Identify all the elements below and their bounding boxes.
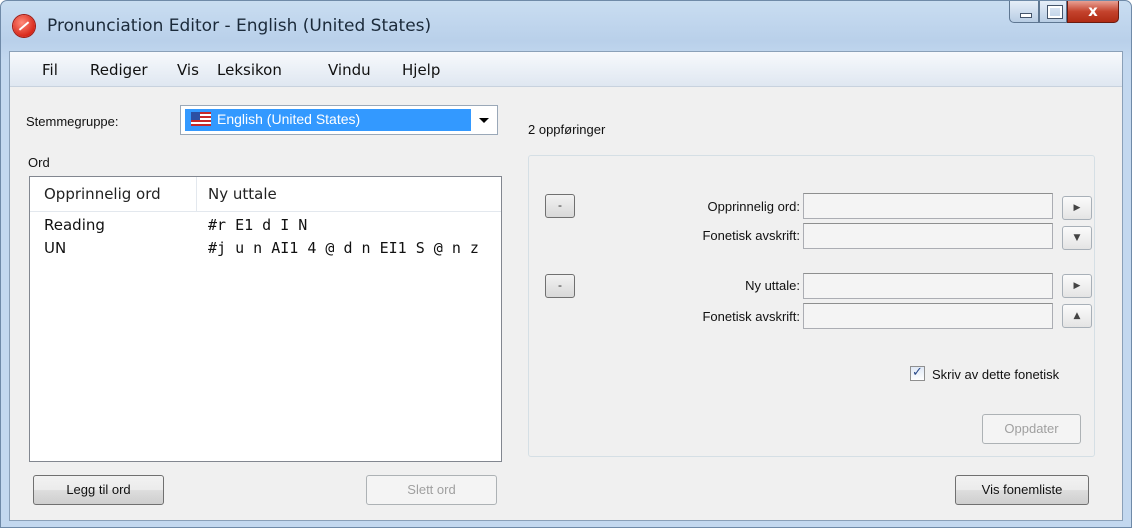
arrow-down-icon: ▼ bbox=[1073, 233, 1081, 243]
voice-group-label: Stemmegruppe: bbox=[26, 114, 119, 129]
dash-button-2[interactable]: - bbox=[545, 274, 575, 298]
row-word: UN bbox=[44, 239, 67, 257]
phonetic-label-2: Fonetisk avskrift: bbox=[702, 309, 800, 324]
menu-bar: Fil Rediger Vis Leksikon Vindu Hjelp bbox=[10, 52, 1122, 87]
list-header: Opprinnelig ord Ny uttale bbox=[30, 177, 501, 212]
close-icon: x bbox=[1088, 2, 1098, 20]
words-label: Ord bbox=[28, 155, 50, 170]
arrow-up-icon: ▲ bbox=[1073, 311, 1081, 321]
combo-selection: English (United States) bbox=[185, 109, 471, 131]
us-flag-icon bbox=[191, 112, 211, 126]
copy-down-button[interactable]: ▼ bbox=[1062, 226, 1092, 250]
title-bar[interactable]: Pronunciation Editor - English (United S… bbox=[1, 1, 1131, 51]
entries-count: 2 oppføringer bbox=[528, 122, 606, 137]
close-button[interactable]: x bbox=[1067, 1, 1119, 23]
new-pronunciation-field[interactable] bbox=[803, 273, 1053, 299]
app-icon[interactable] bbox=[13, 15, 35, 37]
play-original-button[interactable]: ▶ bbox=[1062, 196, 1092, 220]
phonetic-field-1[interactable] bbox=[803, 223, 1053, 249]
dash-button-1[interactable]: - bbox=[545, 194, 575, 218]
play-icon: ▶ bbox=[1073, 281, 1081, 291]
voice-group-value: English (United States) bbox=[217, 111, 361, 127]
table-row[interactable]: Reading #r E1 d I N bbox=[30, 216, 501, 238]
pronunciation-editor-window: Pronunciation Editor - English (United S… bbox=[0, 0, 1132, 528]
phonetic-field-2[interactable] bbox=[803, 303, 1053, 329]
maximize-button[interactable] bbox=[1039, 1, 1067, 23]
menu-rediger[interactable]: Rediger bbox=[90, 61, 148, 79]
minimize-button[interactable] bbox=[1009, 1, 1039, 23]
update-button[interactable]: Oppdater bbox=[982, 414, 1081, 444]
checkmark-icon: ✓ bbox=[912, 364, 923, 379]
menu-vindu[interactable]: Vindu bbox=[328, 61, 371, 79]
table-row[interactable]: UN #j u n AI1 4 @ d n EI1 S @ n z bbox=[30, 239, 501, 261]
client-area: Fil Rediger Vis Leksikon Vindu Hjelp Ste… bbox=[9, 51, 1123, 521]
transcribe-phonetically-label[interactable]: Skriv av dette fonetisk bbox=[932, 367, 1059, 382]
add-word-button[interactable]: Legg til ord bbox=[33, 475, 164, 505]
delete-word-button[interactable]: Slett ord bbox=[366, 475, 497, 505]
menu-leksikon[interactable]: Leksikon bbox=[217, 61, 282, 79]
column-header-original-word[interactable]: Opprinnelig ord bbox=[30, 177, 197, 211]
chevron-down-icon[interactable] bbox=[479, 118, 489, 123]
transcribe-phonetically-checkbox[interactable]: ✓ bbox=[910, 364, 925, 381]
row-pronunciation: #j u n AI1 4 @ d n EI1 S @ n z bbox=[208, 239, 479, 257]
words-list[interactable]: Opprinnelig ord Ny uttale Reading #r E1 … bbox=[29, 176, 502, 462]
show-phoneme-list-button[interactable]: Vis fonemliste bbox=[955, 475, 1089, 505]
play-icon: ▶ bbox=[1073, 203, 1081, 213]
caption-buttons: x bbox=[1009, 1, 1119, 25]
menu-vis[interactable]: Vis bbox=[177, 61, 199, 79]
new-pronunciation-label: Ny uttale: bbox=[745, 278, 800, 293]
row-pronunciation: #r E1 d I N bbox=[208, 216, 308, 234]
original-word-field[interactable] bbox=[803, 193, 1053, 219]
voice-group-select[interactable]: English (United States) bbox=[180, 105, 498, 135]
window-title: Pronunciation Editor - English (United S… bbox=[47, 16, 432, 36]
menu-hjelp[interactable]: Hjelp bbox=[402, 61, 440, 79]
copy-up-button[interactable]: ▲ bbox=[1062, 304, 1092, 328]
phonetic-label-1: Fonetisk avskrift: bbox=[702, 228, 800, 243]
column-header-new-pronunciation[interactable]: Ny uttale bbox=[197, 177, 501, 211]
play-new-button[interactable]: ▶ bbox=[1062, 274, 1092, 298]
menu-fil[interactable]: Fil bbox=[42, 61, 58, 79]
original-word-label: Opprinnelig ord: bbox=[707, 199, 801, 214]
row-word: Reading bbox=[44, 216, 105, 234]
